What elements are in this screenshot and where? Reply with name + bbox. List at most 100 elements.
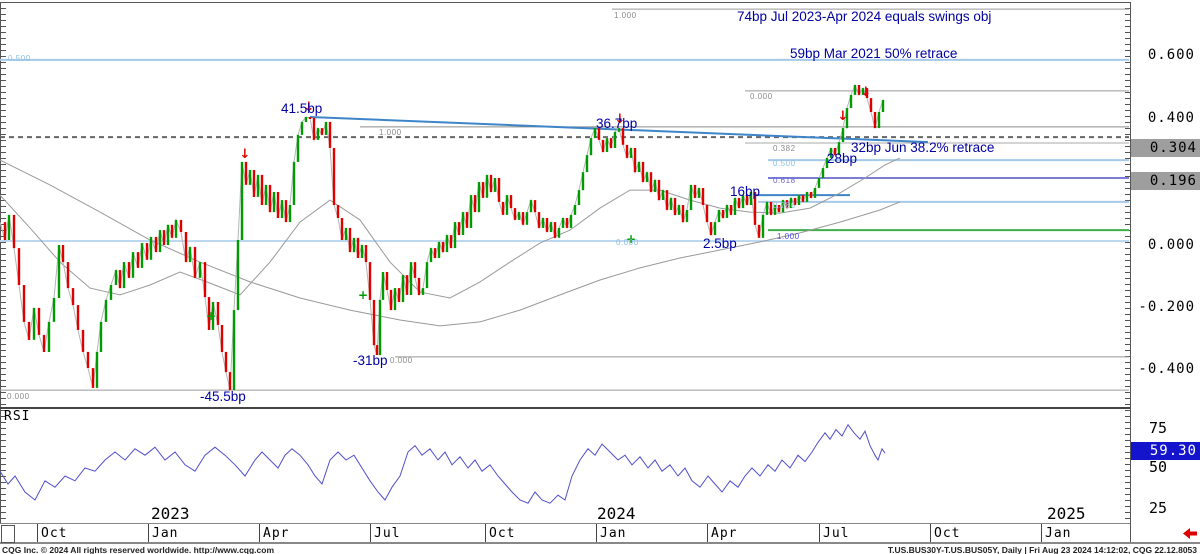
price-bar xyxy=(379,300,381,355)
price-bar xyxy=(550,222,552,232)
price-bar xyxy=(698,188,700,198)
price-bar xyxy=(398,288,400,302)
price-bar xyxy=(838,142,840,155)
month-label[interactable]: Apr xyxy=(711,525,737,542)
ma-fast-line xyxy=(0,158,900,298)
price-bar xyxy=(249,170,251,185)
sell-arrow-icon: ↓ xyxy=(838,109,849,124)
price-bar xyxy=(297,135,299,162)
price-bar xyxy=(658,180,660,200)
month-label[interactable]: Jan xyxy=(152,525,178,542)
buy-plus-icon: + xyxy=(358,288,368,302)
month-label[interactable]: Apr xyxy=(263,525,289,542)
price-bar xyxy=(454,222,456,248)
price-bar xyxy=(341,218,343,240)
price-bar xyxy=(333,148,335,205)
price-bar xyxy=(686,210,688,222)
price-chart-surface[interactable]: ↓↓↓↓↓+++ xyxy=(0,0,1130,407)
price-bar xyxy=(490,175,492,192)
price-bar xyxy=(842,128,844,142)
price-bar xyxy=(486,175,488,198)
buy-plus-icon: + xyxy=(206,309,216,323)
price-bar xyxy=(194,247,196,278)
price-bar xyxy=(450,235,452,248)
price-bar xyxy=(562,218,564,228)
price-bar xyxy=(237,240,239,310)
month-label[interactable]: Jan xyxy=(1045,525,1071,542)
price-bar xyxy=(586,155,588,172)
time-axis-separator xyxy=(37,524,38,542)
price-bar xyxy=(678,205,680,215)
price-bar xyxy=(353,238,355,252)
time-axis[interactable]: Oct Jan Apr Jul Oct Jan Apr Jul Oct Jan xyxy=(0,524,1130,542)
price-bar xyxy=(241,162,243,240)
price-bar xyxy=(4,222,6,240)
price-bar xyxy=(782,200,784,212)
price-bar xyxy=(72,288,74,305)
price-bar xyxy=(762,215,764,238)
time-axis-separator xyxy=(819,524,820,542)
price-bar xyxy=(253,170,255,197)
month-label[interactable]: Jul xyxy=(374,525,400,542)
price-bar xyxy=(309,117,311,119)
price-bar xyxy=(361,245,363,258)
price-bar xyxy=(582,172,584,190)
price-bar xyxy=(402,275,404,302)
price-bar xyxy=(774,205,776,215)
price-bar xyxy=(28,322,30,340)
price-bar xyxy=(337,205,339,218)
price-axis-border xyxy=(1130,2,1131,543)
price-bar xyxy=(874,112,876,128)
month-label[interactable]: Oct xyxy=(41,525,67,542)
price-bar xyxy=(199,262,201,278)
month-label[interactable]: Oct xyxy=(934,525,960,542)
price-bar xyxy=(470,195,472,228)
rsi-chart-surface[interactable] xyxy=(0,408,1130,523)
price-bar xyxy=(163,230,165,245)
price-axis-label: 0.600 xyxy=(1131,46,1195,64)
month-label[interactable]: Jan xyxy=(600,525,626,542)
price-bar xyxy=(38,308,40,335)
symbol-timestamp-text: T.US.BUS30Y-T.US.BUS05Y, Daily | Fri Aug… xyxy=(888,545,1197,554)
price-bar xyxy=(514,208,516,220)
month-label[interactable]: Oct xyxy=(489,525,515,542)
price-bar xyxy=(710,222,712,235)
price-bar xyxy=(33,308,35,340)
price-bar xyxy=(766,202,768,215)
price-bar xyxy=(414,262,416,278)
price-bar xyxy=(702,188,704,205)
price-bar xyxy=(746,195,748,205)
scroll-left-arrow-icon[interactable] xyxy=(1182,527,1198,540)
sell-arrow-icon: ↓ xyxy=(304,100,315,115)
price-bar xyxy=(738,198,740,208)
price-bar xyxy=(566,218,568,228)
price-bar xyxy=(462,212,464,235)
price-axis-label: 0.400 xyxy=(1131,109,1195,127)
price-bar xyxy=(233,310,235,390)
price-bar xyxy=(854,85,856,95)
price-bar xyxy=(466,212,468,228)
price-bar xyxy=(229,372,231,390)
price-bar xyxy=(321,128,323,135)
price-bar xyxy=(100,322,102,352)
price-bar xyxy=(690,185,692,210)
time-axis-separator xyxy=(485,524,486,542)
price-bar xyxy=(434,248,436,258)
price-bar xyxy=(96,352,98,388)
rsi-axis-label: 75 xyxy=(1131,419,1199,437)
price-bar xyxy=(141,243,143,268)
price-bar xyxy=(694,185,696,198)
price-bar xyxy=(726,205,728,218)
price-bar xyxy=(598,128,600,140)
price-bar xyxy=(110,285,112,300)
month-label[interactable]: Jul xyxy=(823,525,849,542)
price-bar xyxy=(558,228,560,238)
price-bar xyxy=(382,272,384,300)
time-axis-separator xyxy=(596,524,597,542)
price-bar xyxy=(185,232,187,262)
price-bar xyxy=(790,198,792,208)
price-bar xyxy=(618,128,620,132)
cqg-chart-window: ↓↓↓↓↓+++ RSI 74bp Jul 2023-Apr 2024 equa… xyxy=(0,0,1200,554)
price-bar xyxy=(578,190,580,205)
price-bar xyxy=(518,212,520,220)
